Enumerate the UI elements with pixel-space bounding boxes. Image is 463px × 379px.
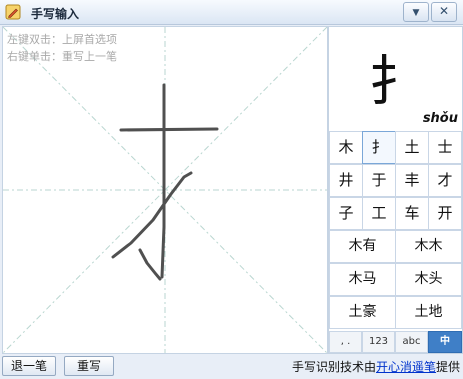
candidate-char[interactable]: 井 — [329, 164, 363, 197]
candidate-panel: 扌 shǒu 木 扌 土 士 井 于 丰 才 子 工 车 开 木有 木木 木马 … — [328, 26, 463, 354]
candidate-char[interactable]: 子 — [329, 197, 363, 230]
candidate-char[interactable]: 于 — [362, 164, 396, 197]
candidate-char[interactable]: 车 — [395, 197, 429, 230]
candidate-word[interactable]: 木马 — [329, 263, 396, 296]
candidate-char[interactable]: 士 — [428, 131, 462, 164]
credit-text: 手写识别技术由开心消遥笔提供 — [292, 358, 460, 375]
hint-double-click: 左键双击：上屏首选项 — [7, 33, 117, 46]
candidate-char[interactable]: 丰 — [395, 164, 429, 197]
pencil-app-icon — [5, 4, 21, 20]
close-button[interactable]: ✕ — [431, 2, 457, 22]
tab-chinese[interactable]: 中 — [428, 331, 462, 353]
hint-right-click: 右键单击：重写上一笔 — [7, 50, 117, 63]
tab-punctuation[interactable]: , . — [329, 331, 362, 353]
candidate-word[interactable]: 木有 — [329, 230, 396, 263]
credit-link[interactable]: 开心消遥笔 — [376, 360, 436, 374]
tab-numbers[interactable]: 123 — [362, 331, 395, 353]
candidate-char[interactable]: 木 — [329, 131, 363, 164]
candidate-char[interactable]: 开 — [428, 197, 462, 230]
preview-char: 扌 — [368, 50, 423, 113]
window-title: 手写输入 — [31, 7, 80, 21]
handwriting-canvas[interactable]: 左键双击：上屏首选项 右键单击：重写上一笔 — [2, 26, 328, 354]
candidate-char[interactable]: 工 — [362, 197, 396, 230]
rewrite-button[interactable]: 重写 — [64, 356, 114, 376]
minimize-button[interactable]: ▼ — [403, 2, 429, 22]
credit-prefix: 手写识别技术由 — [292, 360, 377, 374]
candidate-word[interactable]: 木头 — [395, 263, 462, 296]
candidate-char[interactable]: 土 — [395, 131, 429, 164]
status-bar: 退一笔 重写 手写识别技术由开心消遥笔提供 — [0, 354, 463, 379]
undo-stroke-button[interactable]: 退一笔 — [2, 356, 56, 376]
candidate-word[interactable]: 土豪 — [329, 296, 396, 329]
close-icon: ✕ — [438, 4, 450, 18]
candidate-char[interactable]: 才 — [428, 164, 462, 197]
title-bar[interactable]: 手写输入 ▼ ✕ — [0, 0, 463, 25]
input-mode-tabs: , . 123 abc 中 — [329, 331, 462, 353]
preview-area: 扌 shǒu — [329, 27, 462, 131]
credit-suffix: 提供 — [436, 360, 461, 374]
chevron-down-icon: ▼ — [412, 8, 420, 18]
candidate-word[interactable]: 木木 — [395, 230, 462, 263]
handwriting-window: 手写输入 ▼ ✕ 左键双击：上屏首选项 右键单击：重写上一笔 扌 shǒu 木 … — [0, 0, 463, 379]
candidate-char[interactable]: 扌 — [362, 131, 396, 164]
pinyin-label: shǒu — [422, 111, 458, 126]
candidate-word[interactable]: 土地 — [395, 296, 462, 329]
ink-strokes — [111, 83, 219, 281]
tab-letters[interactable]: abc — [395, 331, 428, 353]
